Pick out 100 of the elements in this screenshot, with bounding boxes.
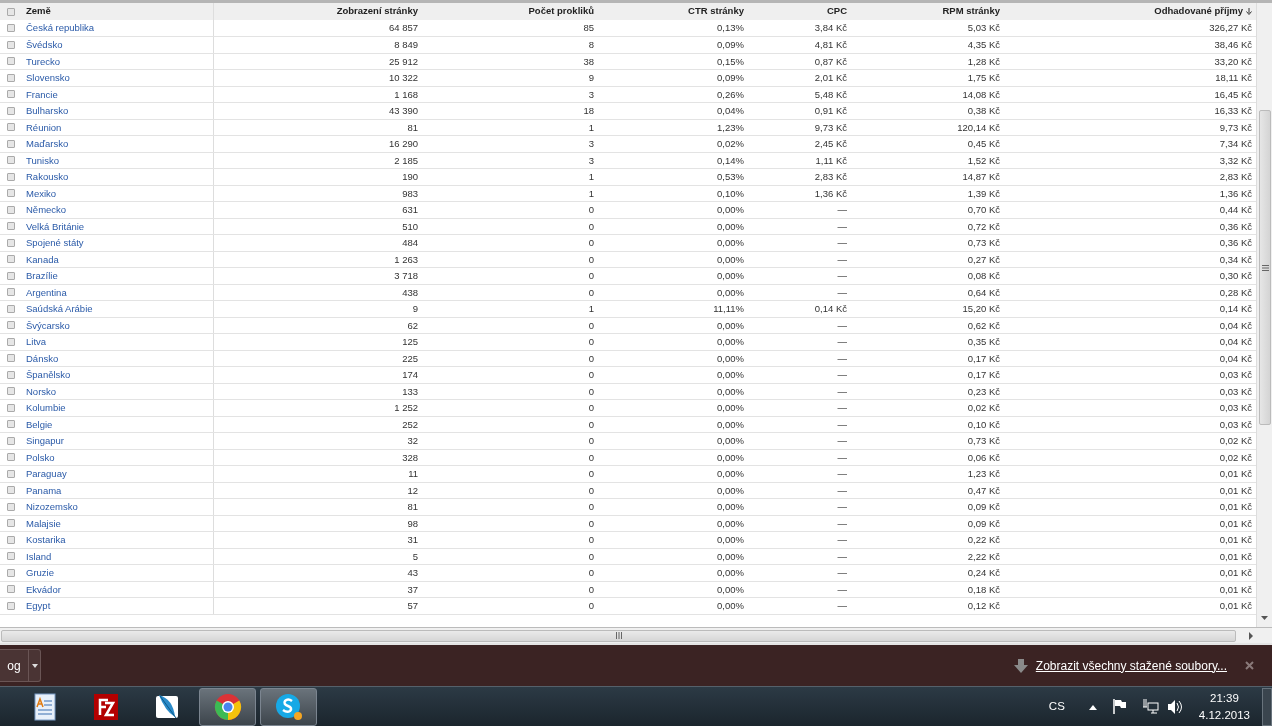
country-link[interactable]: Bulharsko	[26, 105, 69, 116]
table-cell: 2,01 Kč	[814, 72, 847, 83]
country-link[interactable]: Paraguay	[26, 468, 67, 479]
country-link[interactable]: Tunisko	[26, 154, 59, 166]
country-link[interactable]: Malajsie	[26, 517, 61, 529]
checkbox[interactable]	[7, 436, 15, 445]
checkbox[interactable]	[7, 123, 15, 132]
checkbox[interactable]	[7, 73, 15, 82]
country-link[interactable]: Kostarika	[26, 534, 66, 545]
show-desktop-button[interactable]	[1262, 687, 1272, 726]
scrollbar-thumb[interactable]	[1, 629, 1236, 642]
country-link[interactable]: Česká republika	[26, 22, 95, 34]
country-link[interactable]: Polsko	[26, 451, 55, 463]
checkbox[interactable]	[7, 321, 15, 330]
country-link[interactable]: Réunion	[26, 121, 62, 133]
country-link[interactable]: Mexiko	[26, 187, 57, 199]
scroll-right-icon[interactable]	[1246, 630, 1256, 641]
country-link[interactable]: Singapur	[26, 435, 65, 446]
checkbox[interactable]	[7, 568, 15, 577]
volume-icon[interactable]	[1166, 699, 1183, 714]
checkbox[interactable]	[7, 502, 15, 511]
country-link[interactable]: Španělsko	[26, 369, 71, 380]
language-indicator[interactable]: CS	[1048, 697, 1065, 716]
checkbox[interactable]	[7, 337, 15, 346]
table-cell: 0	[588, 369, 594, 380]
country-link[interactable]: Saúdská Arábie	[26, 303, 93, 314]
country-link[interactable]: Argentina	[26, 286, 67, 298]
checkbox[interactable]	[7, 271, 15, 280]
taskbar-button[interactable]	[260, 687, 317, 726]
show-all-downloads-link[interactable]: Zobrazit všechny stažené soubory...	[1035, 656, 1227, 675]
country-link[interactable]: Nizozemsko	[26, 501, 78, 512]
country-link[interactable]: Belgie	[26, 418, 53, 430]
country-link[interactable]: Ekvádor	[26, 583, 61, 595]
checkbox[interactable]	[7, 535, 15, 544]
country-link[interactable]: Norsko	[26, 385, 57, 397]
country-link[interactable]: Turecko	[26, 55, 60, 67]
flag-icon[interactable]	[1112, 699, 1127, 714]
checkbox[interactable]	[7, 387, 15, 396]
scrollbar-thumb[interactable]	[1259, 110, 1271, 425]
table-cell: 0,35 Kč	[967, 336, 1000, 347]
sort-descending-icon[interactable]	[1246, 8, 1252, 16]
table-cell: 16,33 Kč	[1214, 105, 1252, 116]
country-link[interactable]: Kolumbie	[26, 402, 66, 413]
checkbox[interactable]	[7, 90, 15, 99]
network-icon[interactable]	[1142, 699, 1159, 714]
close-icon[interactable]	[1245, 661, 1254, 670]
column-header[interactable]: CPC	[826, 5, 847, 17]
checkbox[interactable]	[7, 585, 15, 594]
checkbox[interactable]	[7, 552, 15, 561]
country-link[interactable]: Egypt	[26, 600, 51, 611]
checkbox[interactable]	[7, 139, 15, 148]
country-link[interactable]: Švédsko	[26, 39, 63, 50]
show-hidden-icons-icon[interactable]	[1088, 703, 1097, 710]
checkbox[interactable]	[7, 238, 15, 247]
checkbox[interactable]	[7, 370, 15, 379]
checkbox[interactable]	[7, 519, 15, 528]
checkbox[interactable]	[7, 486, 15, 495]
checkbox[interactable]	[7, 7, 15, 16]
country-link[interactable]: Švýcarsko	[26, 319, 70, 331]
country-link[interactable]: Rakousko	[26, 171, 69, 182]
checkbox[interactable]	[7, 288, 15, 297]
table-cell: 0,14 Kč	[1219, 303, 1252, 314]
country-link[interactable]: Kanada	[26, 253, 59, 265]
country-link[interactable]: Dánsko	[26, 352, 59, 364]
checkbox[interactable]	[7, 205, 15, 214]
clock-time[interactable]: 21:39	[1198, 689, 1250, 707]
horizontal-scrollbar[interactable]	[0, 627, 1272, 643]
checkbox[interactable]	[7, 222, 15, 231]
checkbox[interactable]	[7, 601, 15, 610]
checkbox[interactable]	[7, 354, 15, 363]
checkbox[interactable]	[7, 403, 15, 412]
country-link[interactable]: Panama	[26, 484, 62, 496]
country-link[interactable]: Island	[26, 550, 52, 562]
checkbox[interactable]	[7, 40, 15, 49]
download-item[interactable]: og	[0, 649, 41, 682]
checkbox[interactable]	[7, 172, 15, 181]
checkbox[interactable]	[7, 57, 15, 66]
checkbox[interactable]	[7, 156, 15, 165]
country-link[interactable]: Francie	[26, 88, 58, 100]
country-link[interactable]: Německo	[26, 204, 67, 215]
checkbox[interactable]	[7, 469, 15, 478]
checkbox[interactable]	[7, 304, 15, 313]
country-link[interactable]: Litva	[26, 336, 47, 347]
column-header[interactable]: Země	[26, 5, 51, 17]
clock-date[interactable]: 4.12.2013	[1198, 706, 1250, 724]
country-link[interactable]: Spojené státy	[26, 237, 84, 248]
table-cell: 0,17 Kč	[967, 369, 1000, 380]
country-link[interactable]: Slovensko	[26, 72, 70, 83]
checkbox[interactable]	[7, 189, 15, 198]
country-link[interactable]: Brazílie	[26, 270, 58, 281]
taskbar-button[interactable]	[199, 687, 256, 726]
checkbox[interactable]	[7, 24, 15, 32]
checkbox[interactable]	[7, 453, 15, 462]
checkbox[interactable]	[7, 255, 15, 264]
country-link[interactable]: Velká Británie	[26, 220, 85, 232]
vertical-scrollbar[interactable]	[1256, 3, 1272, 627]
country-link[interactable]: Gruzie	[26, 567, 54, 578]
country-link[interactable]: Maďarsko	[26, 138, 69, 149]
checkbox[interactable]	[7, 420, 15, 429]
checkbox[interactable]	[7, 106, 15, 115]
